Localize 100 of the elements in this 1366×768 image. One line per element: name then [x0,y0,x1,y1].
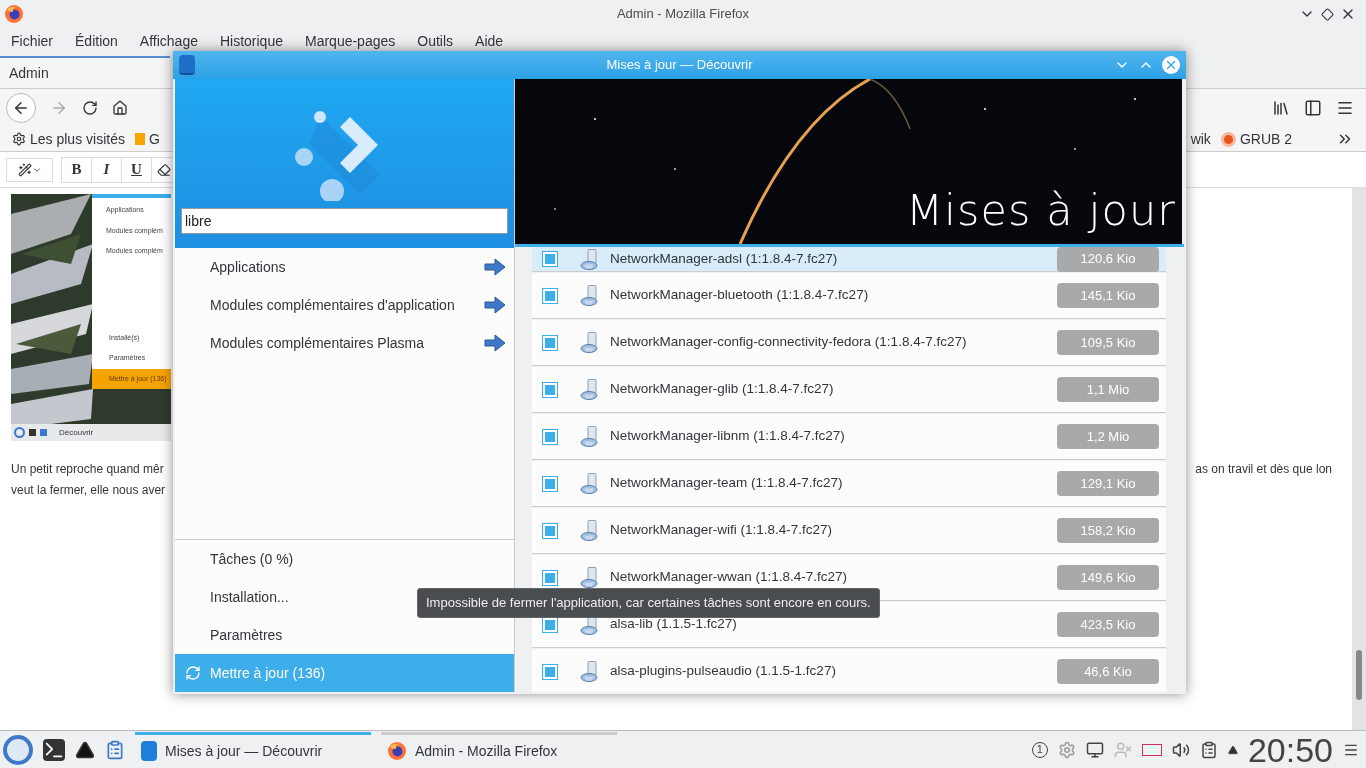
package-icon [580,661,598,682]
package-icon [580,567,598,588]
menu-item[interactable]: Affichage [139,31,198,52]
clock[interactable]: 20:50 [1247,732,1333,767]
close-icon [1164,58,1178,72]
magic-wand-button[interactable] [6,157,53,182]
update-row[interactable]: alsa-plugins-pulseaudio (1.1.5-1.fc27) 46,6 Kio [532,649,1166,692]
checkbox[interactable] [542,287,558,304]
tooltip: Impossible de fermer l'application, car certaines tâches sont encore en cours. [417,588,880,618]
size-label: 1,2 Mio [1057,424,1159,449]
category-item[interactable]: Modules complémentaires Plasma [175,324,514,362]
checkbox[interactable] [542,334,558,351]
package-icon [580,285,598,306]
menu-item[interactable]: Historique [219,31,283,52]
checkbox[interactable] [542,569,558,586]
size-label: 423,5 Kio [1057,612,1159,637]
banner-title: Mises à jour [905,183,1176,237]
battery-icon[interactable] [1141,743,1162,756]
package-name: NetworkManager-libnm (1:1.8.4-7.fc27) [610,427,846,446]
library-icon[interactable] [1272,99,1290,117]
format-button[interactable]: B [62,157,92,182]
update-row[interactable]: NetworkManager-bluetooth (1:1.8.4-7.fc27) 145,1 Kio [532,273,1166,319]
checkbox[interactable] [542,663,558,680]
package-name: NetworkManager-glib (1:1.8.4-7.fc27) [610,380,835,399]
package-icon [580,473,598,494]
home-icon[interactable] [112,100,128,116]
maximize-icon[interactable] [1321,7,1334,21]
update-row[interactable]: NetworkManager-wifi (1:1.8.4-7.fc27) 158,2 Kio [532,508,1166,554]
arrow-icon [484,258,506,276]
article-text: veut la fermer, elle nous aver [11,482,166,499]
launcher-icon [14,427,25,438]
update-row[interactable]: NetworkManager-adsl (1:1.8.4-7.fc27) 120,6 Kio [532,247,1166,272]
category-item[interactable]: Modules complémentaires d'application [175,286,514,324]
firefox-icon [387,741,407,761]
close-button[interactable] [1162,56,1180,74]
checkbox[interactable] [542,475,558,492]
sidebar-icon[interactable] [1304,99,1322,117]
package-name: alsa-lib (1.1.5-1.fc27) [610,615,738,634]
menu-item[interactable]: Fichier [11,31,53,52]
category-item[interactable]: Applications [175,248,514,286]
package-name: NetworkManager-config-connectivity-fedora (1:1.8.4-7.fc27) [610,333,968,352]
size-label: 109,5 Kio [1057,330,1159,355]
checkbox[interactable] [542,251,558,267]
format-button[interactable]: U [122,157,152,182]
window-title: Mises à jour — Découvrir [605,56,754,75]
back-button[interactable] [6,93,36,123]
package-icon [580,520,598,541]
menu-item[interactable]: Outils [417,31,454,52]
search-field[interactable]: libre [181,208,508,234]
menu-item[interactable]: Aide [475,31,504,52]
menu-icon[interactable] [1336,99,1354,117]
package-name: alsa-plugins-pulseaudio (1.1.5-1.fc27) [610,662,837,681]
terminal-icon[interactable] [43,738,65,761]
size-label: 129,1 Kio [1057,471,1159,496]
package-icon [580,332,598,353]
bookmark[interactable]: G [148,128,160,150]
size-label: 46,6 Kio [1057,659,1159,684]
update-row[interactable]: NetworkManager-team (1:1.8.4-7.fc27) 129,1 Kio [532,461,1166,507]
menu-item[interactable]: Édition [75,31,118,52]
article-text: as on travil et dès que lon [1195,461,1332,478]
eraser-icon[interactable] [157,162,171,177]
task-button[interactable]: Mises à jour — Découvrir [135,731,371,768]
menu-item[interactable]: Marque-pages [305,31,396,52]
clipboard-icon[interactable] [1199,740,1218,759]
expand-icon[interactable] [1227,744,1238,755]
network-icon[interactable] [1085,740,1104,759]
task-button[interactable]: Admin - Mozilla Firefox [381,731,617,768]
size-label: 149,6 Kio [1057,565,1159,590]
sidebar-item[interactable]: Paramètres [175,616,514,654]
size-label: 1,1 Mio [1057,377,1159,402]
update-icon [184,665,201,681]
browser-tab[interactable]: Admin [0,56,170,88]
format-button[interactable]: I [92,157,122,182]
package-name: NetworkManager-team (1:1.8.4-7.fc27) [610,474,844,493]
bookmark[interactable]: GRUB 2 [1239,128,1292,150]
reload-icon[interactable] [82,100,98,116]
update-row[interactable]: NetworkManager-glib (1:1.8.4-7.fc27) 1,1 Mio [532,367,1166,413]
magic-wand-icon [17,162,32,177]
firefox-icon [4,4,24,24]
volume-icon[interactable] [1171,740,1190,759]
size-label: 158,2 Kio [1057,518,1159,543]
arrow-icon [484,334,506,352]
bookmark[interactable]: Les plus visités [30,128,125,150]
window-title: Admin - Mozilla Firefox [615,5,751,24]
arrow-icon [484,296,506,314]
bookmark[interactable]: wik [1190,128,1211,150]
size-label: 120,6 Kio [1057,247,1159,272]
update-row[interactable]: NetworkManager-libnm (1:1.8.4-7.fc27) 1,2 Mio [532,414,1166,460]
package-name: NetworkManager-wifi (1:1.8.4-7.fc27) [610,521,834,540]
checkbox[interactable] [542,381,558,398]
package-name: NetworkManager-bluetooth (1:1.8.4-7.fc27) [610,286,870,305]
package-icon [580,379,598,400]
size-label: 145,1 Kio [1057,283,1159,308]
checkbox[interactable] [542,522,558,539]
gear-icon [12,132,26,146]
launcher-icon[interactable] [3,734,33,765]
package-icon [580,248,598,270]
checkbox[interactable] [542,428,558,445]
update-row[interactable]: NetworkManager-config-connectivity-fedora (1:1.8.4-7.fc27) 109,5 Kio [532,320,1166,366]
sidebar-item[interactable]: Tâches (0 %) [175,540,514,578]
